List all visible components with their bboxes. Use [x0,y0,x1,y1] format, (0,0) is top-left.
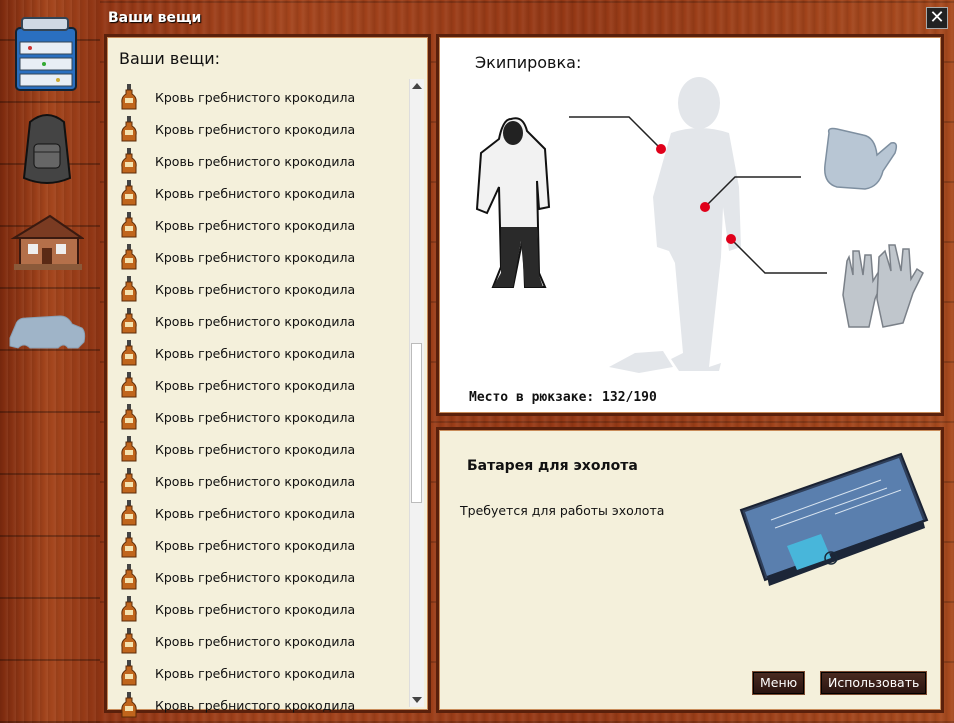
inventory-item-label: Кровь гребнистого крокодила [155,601,356,617]
bottle-icon [121,212,137,238]
bottle-icon [121,468,137,494]
inventory-item[interactable]: Кровь гребнистого крокодила [119,497,409,529]
bottle-icon [121,116,137,142]
inventory-list: Кровь гребнистого крокодила Кровь гребнис… [119,81,409,721]
inventory-item[interactable]: Кровь гребнистого крокодила [119,465,409,497]
scrollbar[interactable] [409,79,424,707]
item-name: Батарея для эхолота [467,458,638,474]
bottle-icon [121,180,137,206]
bottle-icon [121,276,137,302]
inventory-item[interactable]: Кровь гребнистого крокодила [119,369,409,401]
bottle-icon [121,244,137,270]
inventory-panel: Ваши вещи: Кровь гребнистого крокодила Кр… [104,34,431,718]
inventory-item[interactable]: Кровь гребнистого крокодила [119,625,409,657]
inventory-item-label: Кровь гребнистого крокодила [155,249,356,265]
inventory-item-label: Кровь гребнистого крокодила [155,377,356,393]
inventory-item-label: Кровь гребнистого крокодила [155,185,356,201]
inventory-item[interactable]: Кровь гребнистого крокодила [119,561,409,593]
bottle-icon [121,84,137,110]
suit-icon [475,117,551,288]
bottle-icon [121,308,137,334]
bottle-icon [121,692,137,718]
mitten-icon [824,127,898,190]
inventory-item-label: Кровь гребнистого крокодила [155,537,356,553]
inventory-heading: Ваши вещи: [119,49,221,68]
scroll-down-icon[interactable] [412,697,422,703]
body-silhouette-icon [609,77,741,373]
menu-button[interactable]: Меню [753,672,805,694]
inventory-item[interactable]: Кровь гребнистого крокодила [119,113,409,145]
scrollbar-thumb[interactable] [411,343,422,503]
bottle-icon [121,596,137,622]
inventory-item-label: Кровь гребнистого крокодила [155,281,356,297]
inventory-item[interactable]: Кровь гребнистого крокодила [119,401,409,433]
close-button[interactable]: ✕ [926,7,948,29]
inventory-item-label: Кровь гребнистого крокодила [155,665,356,681]
slot-marker[interactable] [700,202,710,212]
equipment-panel: Экипировка: Место в рюкзаке: 132/190 [436,34,944,416]
backpack-icon[interactable] [10,108,84,188]
slot-marker[interactable] [726,234,736,244]
car-icon[interactable] [9,308,86,388]
house-icon[interactable] [10,204,86,284]
inventory-item[interactable]: Кровь гребнистого крокодила [119,593,409,625]
inventory-item-label: Кровь гребнистого крокодила [155,217,356,233]
bottle-icon [121,660,137,686]
bottle-icon [121,372,137,398]
inventory-item-label: Кровь гребнистого крокодила [155,633,356,649]
inventory-item-label: Кровь гребнистого крокодила [155,345,356,361]
bottle-icon [121,436,137,462]
inventory-item-label: Кровь гребнистого крокодила [155,153,356,169]
inventory-item[interactable]: Кровь гребнистого крокодила [119,273,409,305]
gloves-icon [842,244,924,328]
item-details-panel: Батарея для эхолота Требуется для работы… [436,427,944,713]
bottle-icon [121,404,137,430]
scroll-up-icon[interactable] [412,83,422,89]
sidebar [0,0,100,723]
inventory-item[interactable]: Кровь гребнистого крокодила [119,305,409,337]
backpack-space-label: Место в рюкзаке: 132/190 [469,390,657,405]
inventory-item-label: Кровь гребнистого крокодила [155,697,356,713]
item-description: Требуется для работы эхолота [460,503,665,518]
bottle-icon [121,564,137,590]
inventory-item[interactable]: Кровь гребнистого крокодила [119,145,409,177]
inventory-item-label: Кровь гребнистого крокодила [155,569,356,585]
use-button[interactable]: Использовать [821,672,927,694]
bottle-icon [121,500,137,526]
slot-marker[interactable] [656,144,666,154]
inventory-item[interactable]: Кровь гребнистого крокодила [119,209,409,241]
inventory-item[interactable]: Кровь гребнистого крокодила [119,657,409,689]
battery-icon [739,452,929,586]
inventory-item[interactable]: Кровь гребнистого крокодила [119,81,409,113]
bottle-icon [121,532,137,558]
inventory-item-label: Кровь гребнистого крокодила [155,473,356,489]
inventory-item[interactable]: Кровь гребнистого крокодила [119,529,409,561]
inventory-item[interactable]: Кровь гребнистого крокодила [119,433,409,465]
inventory-item[interactable]: Кровь гребнистого крокодила [119,689,409,721]
inventory-item[interactable]: Кровь гребнистого крокодила [119,337,409,369]
window-title: Ваши вещи [108,10,202,26]
inventory-item-label: Кровь гребнистого крокодила [155,313,356,329]
inventory-item-label: Кровь гребнистого крокодила [155,441,356,457]
bottle-icon [121,148,137,174]
equipment-figure [475,77,924,373]
inventory-item-label: Кровь гребнистого крокодила [155,121,356,137]
inventory-item-label: Кровь гребнистого крокодила [155,409,356,425]
inventory-item[interactable]: Кровь гребнистого крокодила [119,177,409,209]
inventory-item[interactable]: Кровь гребнистого крокодила [119,241,409,273]
tackle-box-icon[interactable] [10,14,84,94]
bottle-icon [121,628,137,654]
bottle-icon [121,340,137,366]
inventory-item-label: Кровь гребнистого крокодила [155,505,356,521]
inventory-item-label: Кровь гребнистого крокодила [155,89,356,105]
